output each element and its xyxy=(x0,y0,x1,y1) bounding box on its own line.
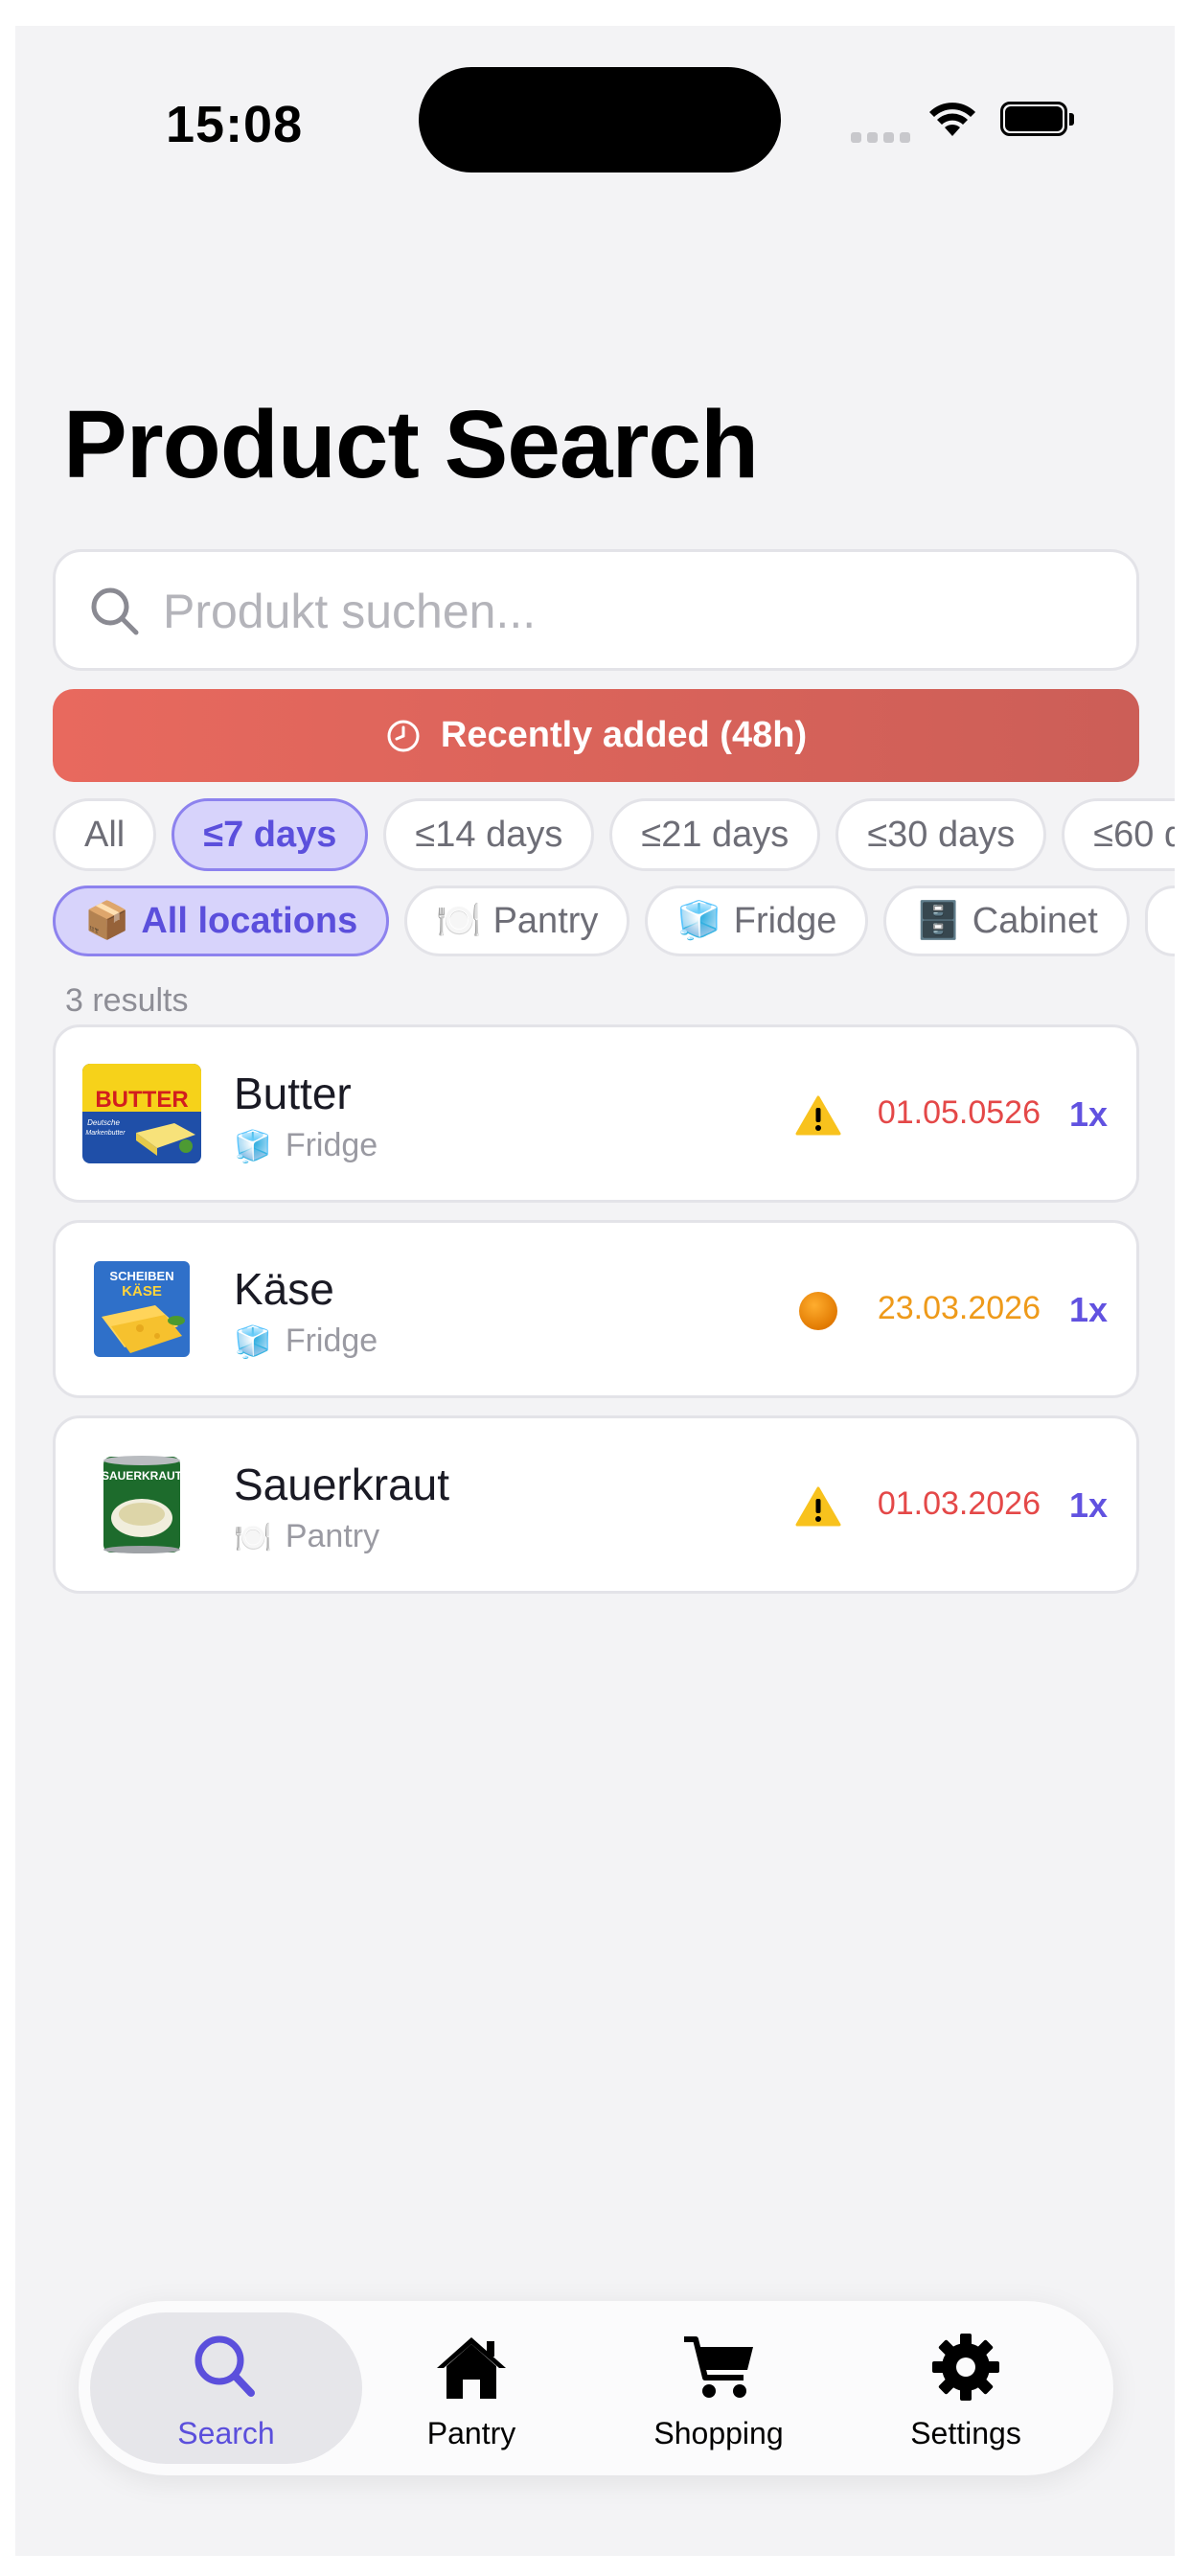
product-location-label: Pantry xyxy=(285,1518,380,1554)
product-location-label: Fridge xyxy=(285,1322,378,1359)
tab-settings[interactable]: Settings xyxy=(830,2312,1102,2464)
house-icon xyxy=(437,2337,506,2399)
product-location: 🍽️ Pantry xyxy=(234,1518,379,1555)
gear-icon xyxy=(932,2334,999,2401)
product-name: Sauerkraut xyxy=(234,1460,450,1509)
package-icon: 📦 xyxy=(84,901,130,941)
file-cabinet-icon: 🗄️ xyxy=(915,901,961,941)
plate-icon: 🍽️ xyxy=(436,901,482,941)
svg-text:KÄSE: KÄSE xyxy=(122,1283,162,1300)
search-box[interactable] xyxy=(53,549,1139,671)
svg-text:BUTTER: BUTTER xyxy=(95,1087,188,1113)
product-location: 🧊 Fridge xyxy=(234,1127,378,1164)
tab-search[interactable]: Search xyxy=(90,2312,362,2464)
cart-icon xyxy=(684,2336,753,2398)
chip-label: ≤21 days xyxy=(641,814,790,855)
chip-label: All locations xyxy=(141,900,358,941)
ice-cube-icon: 🧊 xyxy=(234,1323,272,1359)
tab-shopping[interactable]: Shopping xyxy=(583,2312,855,2464)
product-name: Butter xyxy=(234,1069,352,1118)
location-filter-row: 📦 All locations 🍽️ Pantry 🧊 Fridge 🗄️ Ca… xyxy=(53,886,1175,956)
search-input[interactable] xyxy=(161,577,1104,646)
filter-chip-7-days[interactable]: ≤7 days xyxy=(172,798,369,871)
search-icon xyxy=(91,587,139,635)
cellular-signal-icon xyxy=(851,132,910,146)
product-card-kase[interactable]: SCHEIBEN KÄSE Käse 🧊 Fridge 23.03.2026 1… xyxy=(53,1220,1139,1398)
filter-chip-60-days[interactable]: ≤60 days xyxy=(1062,798,1175,871)
tab-pantry[interactable]: Pantry xyxy=(335,2312,607,2464)
svg-text:Markenbutter: Markenbutter xyxy=(85,1130,126,1137)
expiry-date: 01.03.2026 xyxy=(877,1485,1041,1522)
search-icon xyxy=(195,2335,255,2397)
clock-icon xyxy=(387,720,420,751)
expiry-date: 23.03.2026 xyxy=(877,1290,1041,1326)
svg-text:SCHEIBEN: SCHEIBEN xyxy=(109,1269,173,1283)
recently-added-label: Recently added (48h) xyxy=(440,715,808,755)
location-chip-all[interactable]: 📦 All locations xyxy=(53,886,390,956)
tab-bar: Search Pantry Shopping Settings xyxy=(79,2301,1113,2475)
sauerkraut-product-image: SAUERKRAUT xyxy=(102,1456,183,1553)
product-card-sauerkraut[interactable]: SAUERKRAUT Sauerkraut 🍽️ Pantry 01.03.20… xyxy=(53,1415,1139,1594)
product-location-label: Fridge xyxy=(285,1127,378,1163)
cheese-product-image: SCHEIBEN KÄSE xyxy=(94,1261,190,1357)
chip-label: ≤7 days xyxy=(203,814,337,855)
warning-icon xyxy=(795,1486,841,1527)
filter-chip-21-days[interactable]: ≤21 days xyxy=(609,798,821,871)
status-time: 15:08 xyxy=(166,96,304,153)
dynamic-island xyxy=(419,67,781,172)
filter-chip-all[interactable]: All xyxy=(53,798,157,871)
product-quantity: 1x xyxy=(1068,1094,1108,1134)
tab-label: Shopping xyxy=(653,2416,784,2450)
butter-product-image: BUTTER Deutsche Markenbutter xyxy=(82,1064,201,1163)
product-location: 🧊 Fridge xyxy=(234,1322,378,1360)
day-filter-row: All ≤7 days ≤14 days ≤21 days ≤30 days ≤… xyxy=(53,798,1175,871)
tab-label: Search xyxy=(177,2416,275,2450)
chip-label: Cabinet xyxy=(972,900,1098,941)
wifi-icon xyxy=(929,103,975,136)
chip-label: Fridge xyxy=(733,900,837,941)
location-chip-pantry[interactable]: 🍽️ Pantry xyxy=(404,886,630,956)
plate-icon: 🍽️ xyxy=(234,1519,272,1554)
tab-label: Settings xyxy=(910,2416,1021,2450)
product-quantity: 1x xyxy=(1068,1485,1108,1525)
ice-cube-icon: 🧊 xyxy=(234,1128,272,1163)
chip-label: All xyxy=(84,814,126,855)
recently-added-button[interactable]: Recently added (48h) xyxy=(53,689,1139,782)
app-screen: 15:08 Product Search Recently added (48h… xyxy=(15,26,1175,2556)
chip-label: Pantry xyxy=(492,900,599,941)
chip-label: ≤30 days xyxy=(867,814,1016,855)
filter-chip-30-days[interactable]: ≤30 days xyxy=(835,798,1047,871)
chip-label: ≤14 days xyxy=(415,814,563,855)
chip-label: ≤60 days xyxy=(1093,814,1175,855)
location-chip-cabinet[interactable]: 🗄️ Cabinet xyxy=(883,886,1130,956)
location-chip-more[interactable] xyxy=(1144,886,1175,956)
tab-label: Pantry xyxy=(426,2416,516,2450)
results-count: 3 results xyxy=(65,982,189,1019)
page-title: Product Search xyxy=(63,391,759,498)
product-name: Käse xyxy=(234,1264,334,1314)
svg-text:SAUERKRAUT: SAUERKRAUT xyxy=(102,1469,183,1483)
svg-text:Deutsche: Deutsche xyxy=(87,1118,120,1127)
product-quantity: 1x xyxy=(1068,1290,1108,1329)
location-chip-fridge[interactable]: 🧊 Fridge xyxy=(645,886,869,956)
expiry-date: 01.05.0526 xyxy=(877,1094,1041,1131)
filter-chip-14-days[interactable]: ≤14 days xyxy=(383,798,595,871)
orange-circle-icon xyxy=(799,1292,837,1330)
product-card-butter[interactable]: BUTTER Deutsche Markenbutter Butter 🧊 Fr… xyxy=(53,1024,1139,1203)
ice-cube-icon: 🧊 xyxy=(676,901,722,941)
battery-icon xyxy=(1000,102,1079,138)
warning-icon xyxy=(795,1095,841,1136)
